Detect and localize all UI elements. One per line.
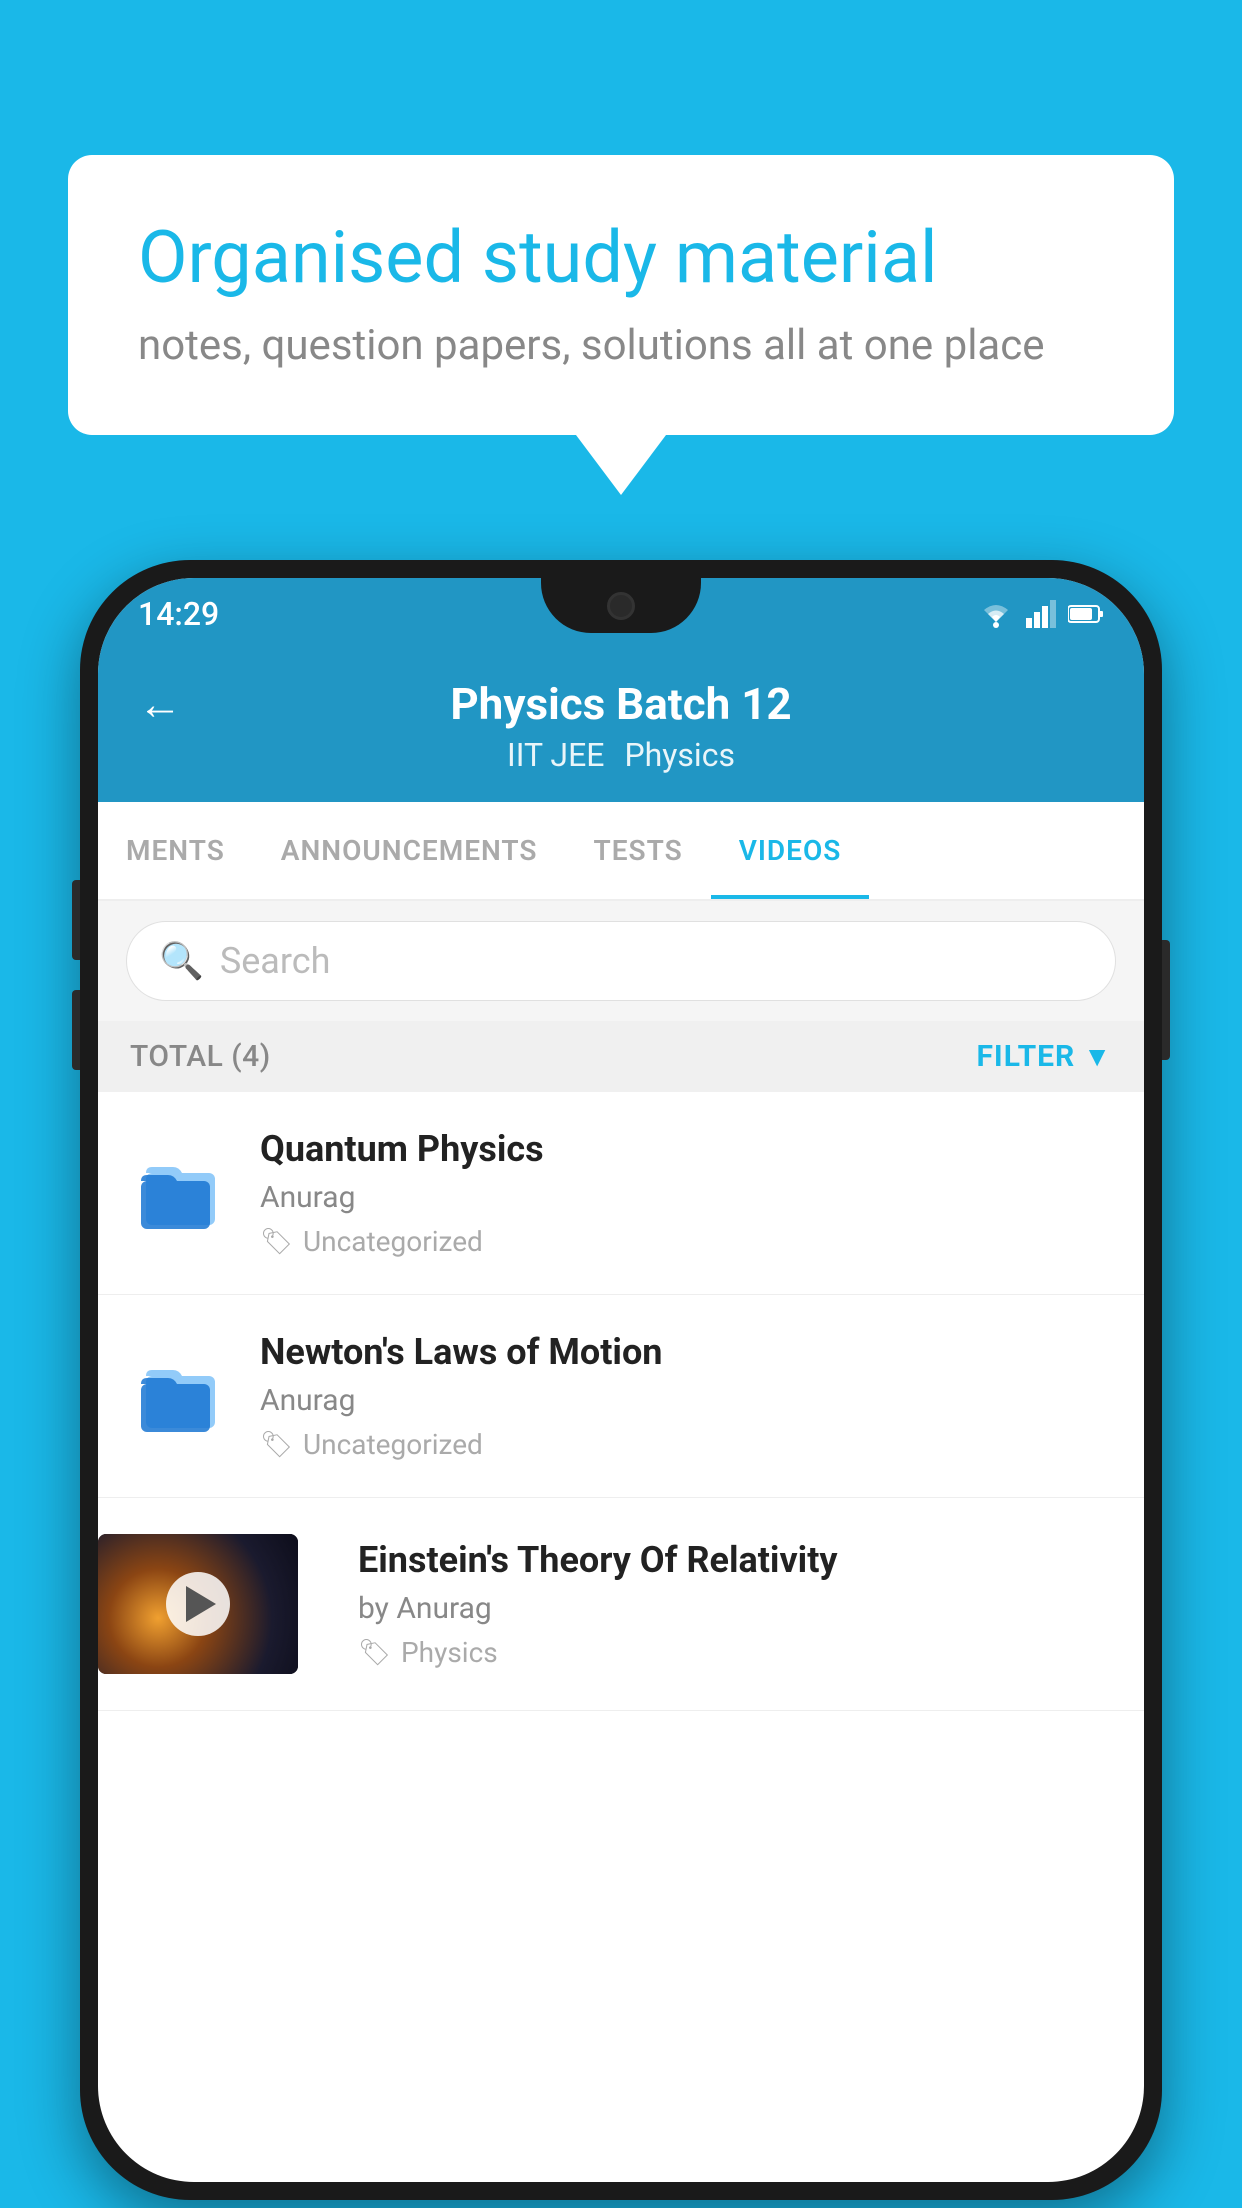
page-title: Physics Batch 12 [450, 678, 791, 730]
list-item[interactable]: Einstein's Theory Of Relativity by Anura… [98, 1498, 1144, 1711]
folder-icon-container [130, 1143, 230, 1243]
video-author: Anurag [260, 1180, 1112, 1215]
video-info: Einstein's Theory Of Relativity by Anura… [358, 1539, 1112, 1669]
folder-icon-container [130, 1346, 230, 1446]
notch [541, 578, 701, 633]
filter-icon: ▼ [1083, 1040, 1112, 1073]
play-triangle-icon [186, 1586, 216, 1622]
filter-button[interactable]: FILTER ▼ [976, 1039, 1112, 1074]
speech-bubble-subtitle: notes, question papers, solutions all at… [138, 321, 1104, 370]
list-item[interactable]: Newton's Laws of Motion Anurag 🏷 Uncateg… [98, 1295, 1144, 1498]
tag-icon: 🏷 [260, 1430, 293, 1460]
header-subtitle: IIT JEE Physics [507, 736, 735, 774]
speech-bubble-card: Organised study material notes, question… [68, 155, 1174, 435]
video-info: Quantum Physics Anurag 🏷 Uncategorized [260, 1128, 1112, 1258]
wifi-icon [978, 600, 1014, 628]
header-subtitle-iitjee: IIT JEE [507, 736, 604, 774]
tag-icon: 🏷 [260, 1227, 293, 1257]
front-camera [607, 592, 635, 620]
video-tag: 🏷 Uncategorized [260, 1225, 1112, 1258]
video-tag: 🏷 Physics [358, 1636, 1112, 1669]
tab-ments[interactable]: MENTS [98, 802, 253, 899]
status-icons [978, 600, 1104, 628]
video-info: Newton's Laws of Motion Anurag 🏷 Uncateg… [260, 1331, 1112, 1461]
video-tag: 🏷 Uncategorized [260, 1428, 1112, 1461]
video-thumbnail [98, 1534, 298, 1674]
tab-videos[interactable]: VIDEOS [711, 802, 870, 899]
filter-label: FILTER [976, 1039, 1075, 1074]
speech-bubble-section: Organised study material notes, question… [68, 155, 1174, 495]
header-row: ← Physics Batch 12 [138, 678, 1104, 730]
header-subtitle-physics: Physics [624, 736, 735, 774]
search-container: 🔍 Search [98, 901, 1144, 1021]
tab-tests[interactable]: TESTS [566, 802, 711, 899]
battery-icon [1068, 604, 1104, 624]
total-count-label: TOTAL (4) [130, 1039, 271, 1074]
tag-label: Uncategorized [303, 1225, 483, 1258]
video-author: by Anurag [358, 1591, 1112, 1626]
power-button [1162, 940, 1170, 1060]
signal-icon [1026, 600, 1056, 628]
search-icon: 🔍 [159, 940, 204, 982]
folder-icon [138, 1354, 223, 1439]
video-author: Anurag [260, 1383, 1112, 1418]
tag-label: Physics [401, 1636, 498, 1669]
status-bar: 14:29 [98, 578, 1144, 650]
volume-up-button [72, 880, 80, 960]
tag-icon: 🏷 [358, 1638, 391, 1668]
list-item[interactable]: Quantum Physics Anurag 🏷 Uncategorized [98, 1092, 1144, 1295]
search-bar[interactable]: 🔍 Search [126, 921, 1116, 1001]
phone-frame: 14:29 [80, 560, 1162, 2200]
phone-body: 14:29 [80, 560, 1162, 2200]
tab-announcements[interactable]: ANNOUNCEMENTS [253, 802, 566, 899]
speech-bubble-tail [576, 435, 666, 495]
status-time: 14:29 [138, 595, 219, 633]
play-button[interactable] [166, 1572, 230, 1636]
video-title: Newton's Laws of Motion [260, 1331, 1112, 1373]
folder-icon [138, 1151, 223, 1236]
filter-bar: TOTAL (4) FILTER ▼ [98, 1021, 1144, 1092]
video-title: Einstein's Theory Of Relativity [358, 1539, 1112, 1581]
volume-down-button [72, 990, 80, 1070]
search-input[interactable]: Search [220, 940, 331, 982]
phone-screen: 14:29 [98, 578, 1144, 2182]
speech-bubble-title: Organised study material [138, 215, 1104, 301]
tag-label: Uncategorized [303, 1428, 483, 1461]
app-header: ← Physics Batch 12 IIT JEE Physics [98, 650, 1144, 802]
video-title: Quantum Physics [260, 1128, 1112, 1170]
author-prefix: by Anurag [358, 1591, 492, 1626]
back-button[interactable]: ← [138, 678, 182, 730]
video-list: Quantum Physics Anurag 🏷 Uncategorized [98, 1092, 1144, 1711]
tabs-bar: MENTS ANNOUNCEMENTS TESTS VIDEOS [98, 802, 1144, 901]
